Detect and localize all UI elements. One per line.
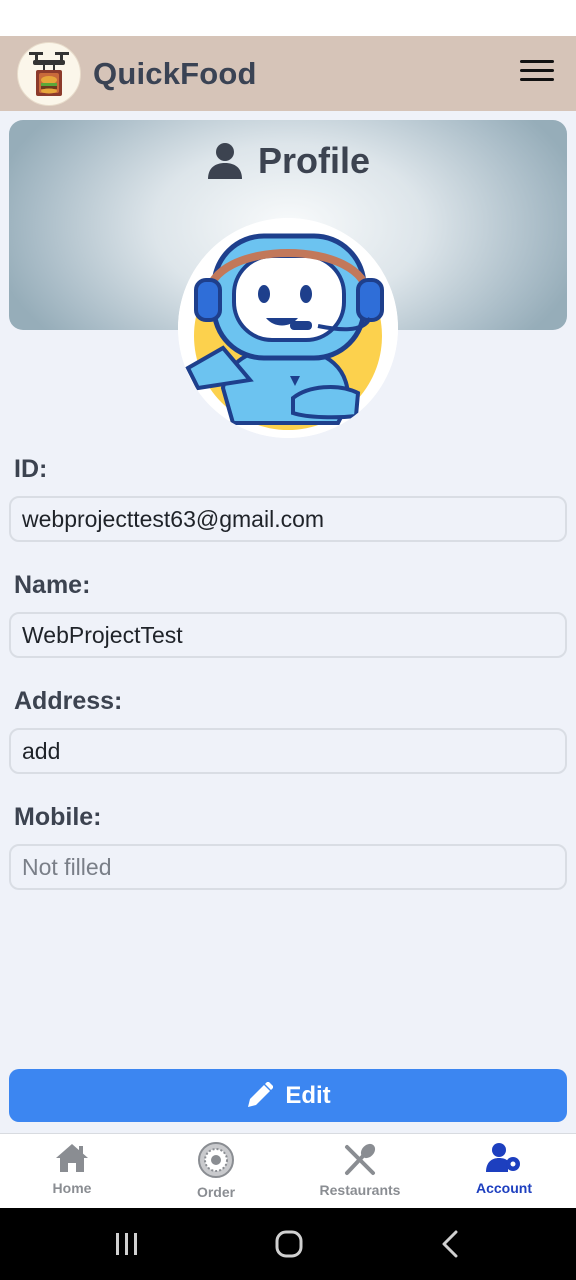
robot-headset-avatar [178, 218, 398, 438]
nav-account-label: Account [476, 1180, 532, 1196]
menu-line [520, 69, 554, 72]
name-label: Name: [14, 571, 91, 599]
hamburger-menu-button[interactable] [520, 60, 554, 86]
fork-spoon-icon [345, 1143, 376, 1175]
user-settings-icon [486, 1143, 520, 1172]
nav-order[interactable]: Order [144, 1134, 288, 1208]
mobile-label: Mobile: [14, 803, 102, 831]
system-nav-bar [0, 1208, 576, 1280]
nav-restaurants-label: Restaurants [319, 1182, 401, 1198]
order-icon [198, 1142, 234, 1178]
app-header: QuickFood [0, 36, 576, 111]
address-label: Address: [14, 687, 123, 715]
profile-page: Profile ID: webprojecttest63@gmail.com N… [0, 111, 576, 1133]
id-field[interactable]: webprojecttest63@gmail.com [9, 496, 567, 542]
profile-avatar[interactable] [178, 218, 398, 438]
profile-title: Profile [257, 140, 371, 181]
nav-home[interactable]: Home [0, 1134, 144, 1208]
drone-delivery-icon [29, 51, 69, 96]
nav-account[interactable]: Account [432, 1134, 576, 1208]
name-field[interactable]: WebProjectTest [9, 612, 567, 658]
nav-restaurants[interactable]: Restaurants [288, 1134, 432, 1208]
app-logo[interactable] [17, 41, 81, 106]
pencil-icon [248, 1081, 274, 1107]
app-title: QuickFood [93, 55, 257, 91]
bottom-nav: Home Order Restaurants Account [0, 1133, 576, 1208]
home-circle-icon[interactable] [275, 1230, 303, 1258]
home-icon [56, 1144, 88, 1172]
profile-heading: Profile [9, 140, 567, 182]
recent-apps-icon[interactable] [114, 1232, 140, 1256]
user-icon [207, 143, 242, 179]
nav-home-label: Home [52, 1180, 92, 1196]
edit-label: Edit [285, 1081, 331, 1109]
menu-line [520, 78, 554, 81]
back-icon[interactable] [440, 1230, 460, 1258]
nav-order-label: Order [196, 1184, 236, 1200]
edit-button[interactable]: Edit [9, 1069, 567, 1122]
menu-line [520, 60, 554, 63]
id-label: ID: [14, 455, 48, 483]
status-bar [0, 0, 576, 36]
address-field[interactable]: add [9, 728, 567, 774]
mobile-field[interactable]: Not filled [9, 844, 567, 890]
